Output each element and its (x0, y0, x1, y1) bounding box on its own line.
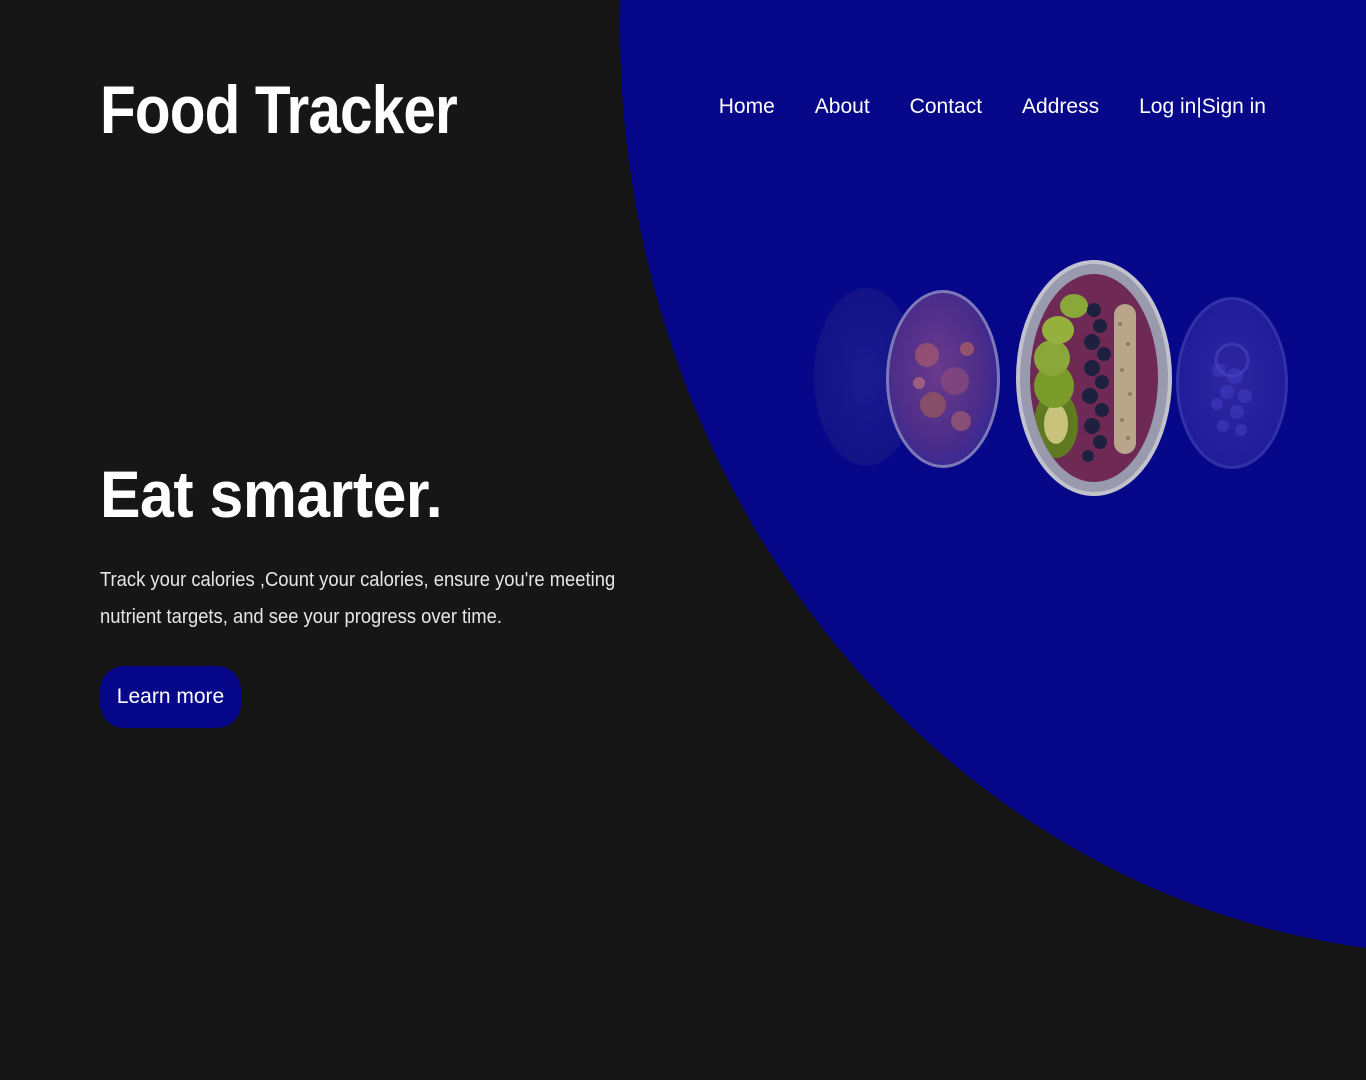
nav-signin-link[interactable]: Sign in (1202, 92, 1266, 122)
auth-links: Log in | Sign in (1139, 92, 1266, 122)
brand-logo[interactable]: Food Tracker (100, 68, 458, 152)
landing-page: Food Tracker Home About Contact Address … (0, 0, 1366, 1080)
hero-description: Track your calories ,Count your calories… (100, 569, 616, 628)
kiwi-blueberry-acai-bowl-image (1016, 260, 1172, 496)
main-nav: Home About Contact Address Log in | Sign i… (719, 92, 1266, 122)
nav-about-link[interactable]: About (815, 92, 870, 122)
hero-title: Eat smarter. (100, 457, 443, 531)
nav-address-link[interactable]: Address (1022, 92, 1099, 122)
acai-base (1030, 274, 1158, 482)
learn-more-button[interactable]: Learn more (100, 666, 241, 728)
nav-contact-link[interactable]: Contact (910, 92, 982, 122)
nav-home-link[interactable]: Home (719, 92, 775, 122)
fried-rice-bowl-image (886, 290, 1000, 468)
blueberry-bowl-image (1176, 297, 1288, 469)
nav-login-link[interactable]: Log in (1139, 92, 1196, 122)
food-carousel (810, 255, 1300, 505)
